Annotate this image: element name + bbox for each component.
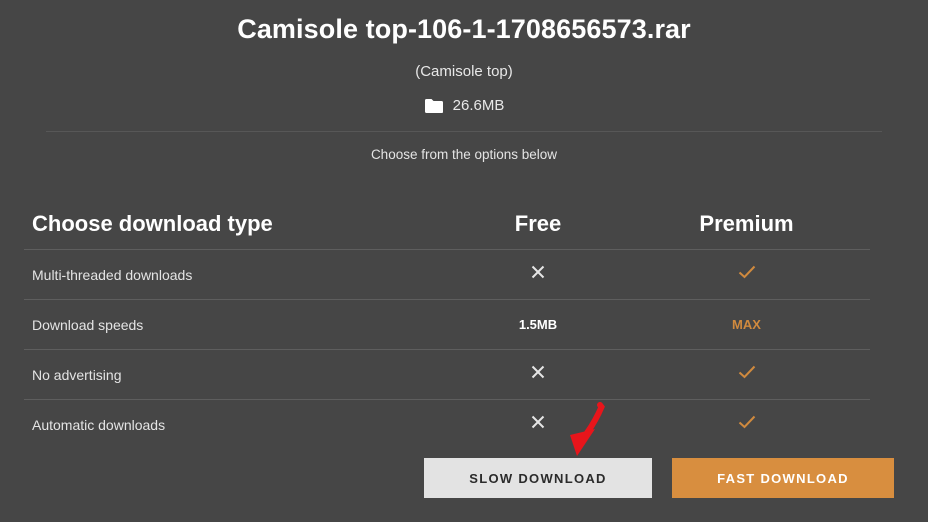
red-arrow-icon — [565, 402, 609, 463]
file-size: 26.6MB — [452, 97, 505, 114]
table-row: Automatic downloads — [24, 400, 870, 449]
fast-download-button[interactable]: FAST DOWNLOAD — [672, 458, 894, 498]
free-speed: 1.5MB — [518, 316, 558, 332]
comparison-table: Choose download type Free Premium Multi-… — [24, 198, 870, 449]
feature-label: Download speeds — [32, 316, 144, 333]
feature-label: Automatic downloads — [32, 416, 166, 433]
download-page: Camisole top-106-1-1708656573.rar (Camis… — [0, 0, 928, 522]
check-icon — [738, 365, 756, 384]
premium-speed: MAX — [732, 316, 761, 332]
file-size-row: 26.6MB — [0, 97, 928, 114]
file-title: Camisole top-106-1-1708656573.rar — [237, 14, 691, 44]
cross-icon — [531, 265, 545, 284]
options-hint: Choose from the options below — [370, 147, 558, 162]
table-row: Multi-threaded downloads — [24, 250, 870, 300]
table-row: Download speeds 1.5MB MAX — [24, 300, 870, 350]
folder-icon — [424, 98, 444, 114]
cross-icon — [531, 365, 545, 384]
cross-icon — [531, 415, 545, 434]
table-header: Choose download type Free Premium — [24, 198, 870, 250]
divider — [46, 131, 882, 132]
table-row: No advertising — [24, 350, 870, 400]
header-download-type: Choose download type — [32, 210, 273, 236]
feature-label: No advertising — [32, 366, 122, 383]
slow-download-button[interactable]: SLOW DOWNLOAD — [424, 458, 652, 498]
file-subtitle: (Camisole top) — [415, 63, 513, 80]
header-free: Free — [514, 210, 562, 236]
feature-label: Multi-threaded downloads — [32, 266, 193, 283]
header-premium: Premium — [699, 210, 794, 236]
check-icon — [738, 265, 756, 284]
check-icon — [738, 415, 756, 434]
